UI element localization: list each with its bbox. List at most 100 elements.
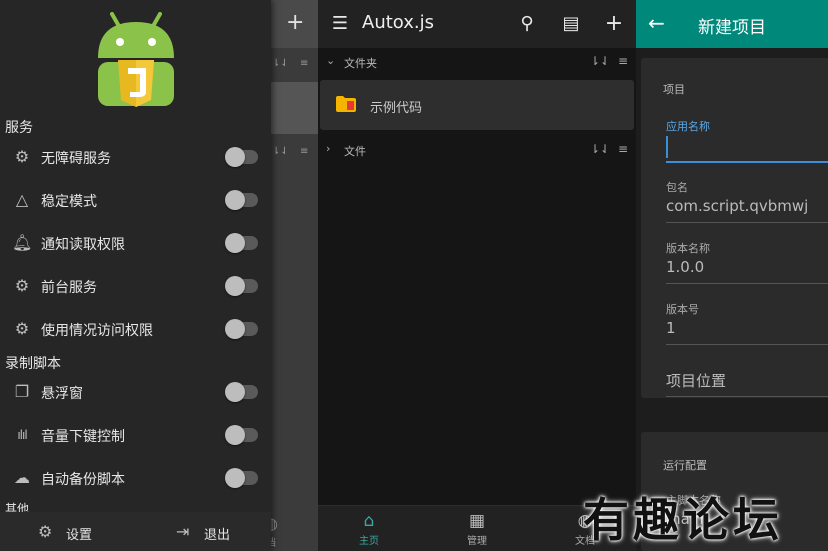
home-icon: ⌂ xyxy=(363,511,375,531)
auto-backup-toggle[interactable] xyxy=(225,468,258,488)
field-underline xyxy=(666,222,828,223)
version-code-field[interactable]: 版本号 1 xyxy=(666,301,828,347)
nav-home[interactable]: ⌂ 主页 xyxy=(339,510,399,550)
settings-label: 设置 xyxy=(66,528,93,543)
app-name-field[interactable]: 应用名称 xyxy=(666,118,828,164)
usage-access-toggle[interactable] xyxy=(225,319,258,339)
file-group-header[interactable]: › 文件 ⇂⇃ ≡ xyxy=(318,136,636,164)
section-title-record: 录制脚本 xyxy=(5,356,61,372)
sort-icon[interactable]: ⇂⇃ xyxy=(590,54,610,68)
app-logo xyxy=(98,12,174,107)
drawer-item-label: 前台服务 xyxy=(41,280,97,296)
field-label: 版本名称 xyxy=(666,242,710,255)
page-title: 新建项目 xyxy=(698,18,766,38)
new-project-toolbar: ← 新建项目 xyxy=(636,0,828,48)
field-value: 1 xyxy=(666,319,676,337)
field-underline xyxy=(666,161,828,163)
section-title-service: 服务 xyxy=(5,120,33,136)
drawer-item-foreground-service[interactable]: ⚙ 前台服务 xyxy=(0,266,271,306)
version-name-field[interactable]: 版本名称 1.0.0 xyxy=(666,240,828,286)
field-underline xyxy=(666,396,828,397)
gear-icon: ⚙ xyxy=(14,319,30,338)
navigation-drawer: 服务 ⚙ 无障碍服务 △ 稳定模式 🔔︎ 通知读取权限 ⚙ 前台服务 ⚙ 使用情… xyxy=(0,0,271,551)
field-label: 包名 xyxy=(666,181,688,194)
watermark: 有趣论坛 xyxy=(583,493,783,547)
bell-icon: 🔔︎ xyxy=(12,233,33,252)
gear-icon: ⚙ xyxy=(38,522,53,541)
section-title-project: 项目 xyxy=(663,83,685,96)
drawer-item-auto-backup[interactable]: ☁ 自动备份脚本 xyxy=(0,458,271,498)
field-label: 版本号 xyxy=(666,303,699,316)
drawer-footer: ⚙ 设置 ⇥ 退出 xyxy=(0,512,271,551)
home-screen: ☰ Autox.js ⚲ ▤ + ⌄ 文件夹 ⇂⇃ ≡ 示例代码 › 文件 ⇂⇃… xyxy=(318,0,636,551)
drawer-item-floating-window[interactable]: ❐ 悬浮窗 xyxy=(0,372,271,412)
list-icon: ≡ xyxy=(300,146,309,157)
drawer-item-label: 悬浮窗 xyxy=(41,386,83,402)
drawer-item-label: 稳定模式 xyxy=(41,194,97,210)
drawer-item-label: 通知读取权限 xyxy=(41,237,125,253)
field-label: 应用名称 xyxy=(666,120,710,133)
drawer-item-notification-access[interactable]: 🔔︎ 通知读取权限 xyxy=(0,223,271,263)
stable-mode-toggle[interactable] xyxy=(225,190,258,210)
field-value: 项目位置 xyxy=(666,372,727,390)
drawer-item-usage-access[interactable]: ⚙ 使用情况访问权限 xyxy=(0,309,271,349)
sort-icon: ⇂⇃ xyxy=(272,58,289,69)
search-icon[interactable]: ⚲ xyxy=(515,12,539,36)
exit-icon: ⇥ xyxy=(176,522,190,541)
cloud-upload-icon: ☁ xyxy=(14,468,30,487)
field-underline xyxy=(666,344,828,345)
folder-icon xyxy=(336,96,356,112)
underlying-folder-row[interactable] xyxy=(270,82,318,134)
nav-label: 管理 xyxy=(467,536,487,547)
underlying-screen: + ⇂⇃ ≡ ⇂⇃ ≡ ◍ 档 xyxy=(264,0,318,551)
section-title-run: 运行配置 xyxy=(663,459,707,472)
drawer-item-volume-key[interactable]: ılıl 音量下键控制 xyxy=(0,415,271,455)
sort-icon: ⇂⇃ xyxy=(272,146,289,157)
add-icon[interactable]: + xyxy=(286,10,304,35)
drawer-item-label: 音量下键控制 xyxy=(41,429,125,445)
foreground-service-toggle[interactable] xyxy=(225,276,258,296)
exit-label: 退出 xyxy=(204,528,231,543)
text-cursor xyxy=(666,136,668,158)
folder-name: 示例代码 xyxy=(370,101,423,116)
package-name-field[interactable]: 包名 com.script.qvbmwj xyxy=(666,179,828,225)
clipboard-icon[interactable]: ▤ xyxy=(559,12,583,36)
drawer-item-label: 使用情况访问权限 xyxy=(41,323,153,339)
menu-icon[interactable]: ☰ xyxy=(328,12,352,36)
folder-group-header[interactable]: ⌄ 文件夹 ⇂⇃ ≡ xyxy=(318,48,636,76)
project-card: 项目 应用名称 包名 com.script.qvbmwj 版本名称 1.0.0 … xyxy=(641,58,828,398)
drawer-item-stable-mode[interactable]: △ 稳定模式 xyxy=(0,180,271,220)
folder-item[interactable]: 示例代码 xyxy=(320,80,634,130)
drawer-item-label: 无障碍服务 xyxy=(41,151,111,167)
chevron-down-icon: ⌄ xyxy=(326,54,336,67)
list-icon[interactable]: ≡ xyxy=(618,54,628,68)
back-arrow-icon[interactable]: ← xyxy=(648,11,665,35)
new-project-screen: ← 新建项目 项目 应用名称 包名 com.script.qvbmwj 版本名称… xyxy=(636,0,828,551)
project-location-field[interactable]: 项目位置 xyxy=(666,364,828,400)
waveform-icon: ılıl xyxy=(17,428,27,442)
app-toolbar: ☰ Autox.js ⚲ ▤ + xyxy=(318,0,636,48)
drawer-item-accessibility[interactable]: ⚙ 无障碍服务 xyxy=(0,137,271,177)
nav-label: 主页 xyxy=(359,536,379,547)
field-value: com.script.qvbmwj xyxy=(666,197,809,215)
floating-window-toggle[interactable] xyxy=(225,382,258,402)
sort-icon[interactable]: ⇂⇃ xyxy=(590,142,610,156)
drawer-item-label: 自动备份脚本 xyxy=(41,472,125,488)
list-icon: ≡ xyxy=(300,58,309,69)
notification-access-toggle[interactable] xyxy=(225,233,258,253)
nav-manage[interactable]: ▦ 管理 xyxy=(447,510,507,550)
accessibility-toggle[interactable] xyxy=(225,147,258,167)
grid-icon: ▦ xyxy=(468,511,486,531)
gear-icon: ⚙ xyxy=(14,276,30,295)
add-icon[interactable]: + xyxy=(602,12,626,36)
volume-key-toggle[interactable] xyxy=(225,425,258,445)
drawer-screen: + ⇂⇃ ≡ ⇂⇃ ≡ ◍ 档 服务 ⚙ 无障碍服务 △ 稳定模式 xyxy=(0,0,318,551)
window-icon: ❐ xyxy=(14,382,30,401)
group-label: 文件 xyxy=(344,145,366,158)
list-icon[interactable]: ≡ xyxy=(618,142,628,156)
triangle-icon: △ xyxy=(15,190,29,209)
group-label: 文件夹 xyxy=(344,57,377,70)
field-underline xyxy=(666,283,828,284)
app-title: Autox.js xyxy=(362,12,434,33)
chevron-right-icon: › xyxy=(326,142,331,155)
